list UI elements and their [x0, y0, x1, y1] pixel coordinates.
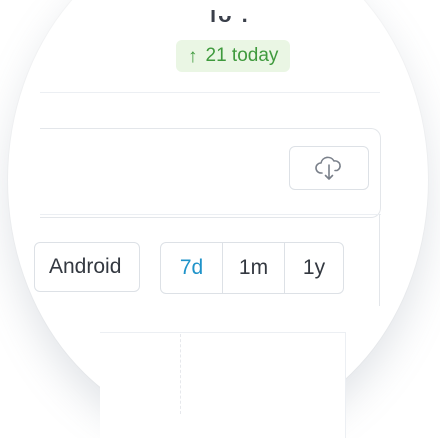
today-count-label: 21 today: [205, 45, 279, 66]
platform-select[interactable]: Android: [34, 242, 140, 292]
platform-select-value: Android: [49, 255, 122, 278]
range-button-1y[interactable]: 1y: [285, 243, 343, 293]
header-partial-text: ıᴗ .: [210, 2, 250, 27]
divider: [40, 214, 381, 215]
arrow-up-icon: ↑: [188, 45, 198, 67]
range-button-7d[interactable]: 7d: [161, 243, 223, 293]
cloud-download-icon: [315, 156, 341, 180]
chart-gridline: [180, 334, 181, 414]
today-count-badge: ↑ 21 today: [176, 40, 291, 72]
chart-area: [100, 332, 346, 438]
time-range-toggle: 7d 1m 1y: [160, 242, 344, 294]
panel-edge: [379, 214, 380, 306]
magnified-view: ıᴗ . ↑ 21 today Android 7d 1m 1y: [0, 0, 440, 438]
download-button[interactable]: [289, 146, 369, 190]
range-button-1m[interactable]: 1m: [223, 243, 285, 293]
divider: [40, 92, 380, 93]
